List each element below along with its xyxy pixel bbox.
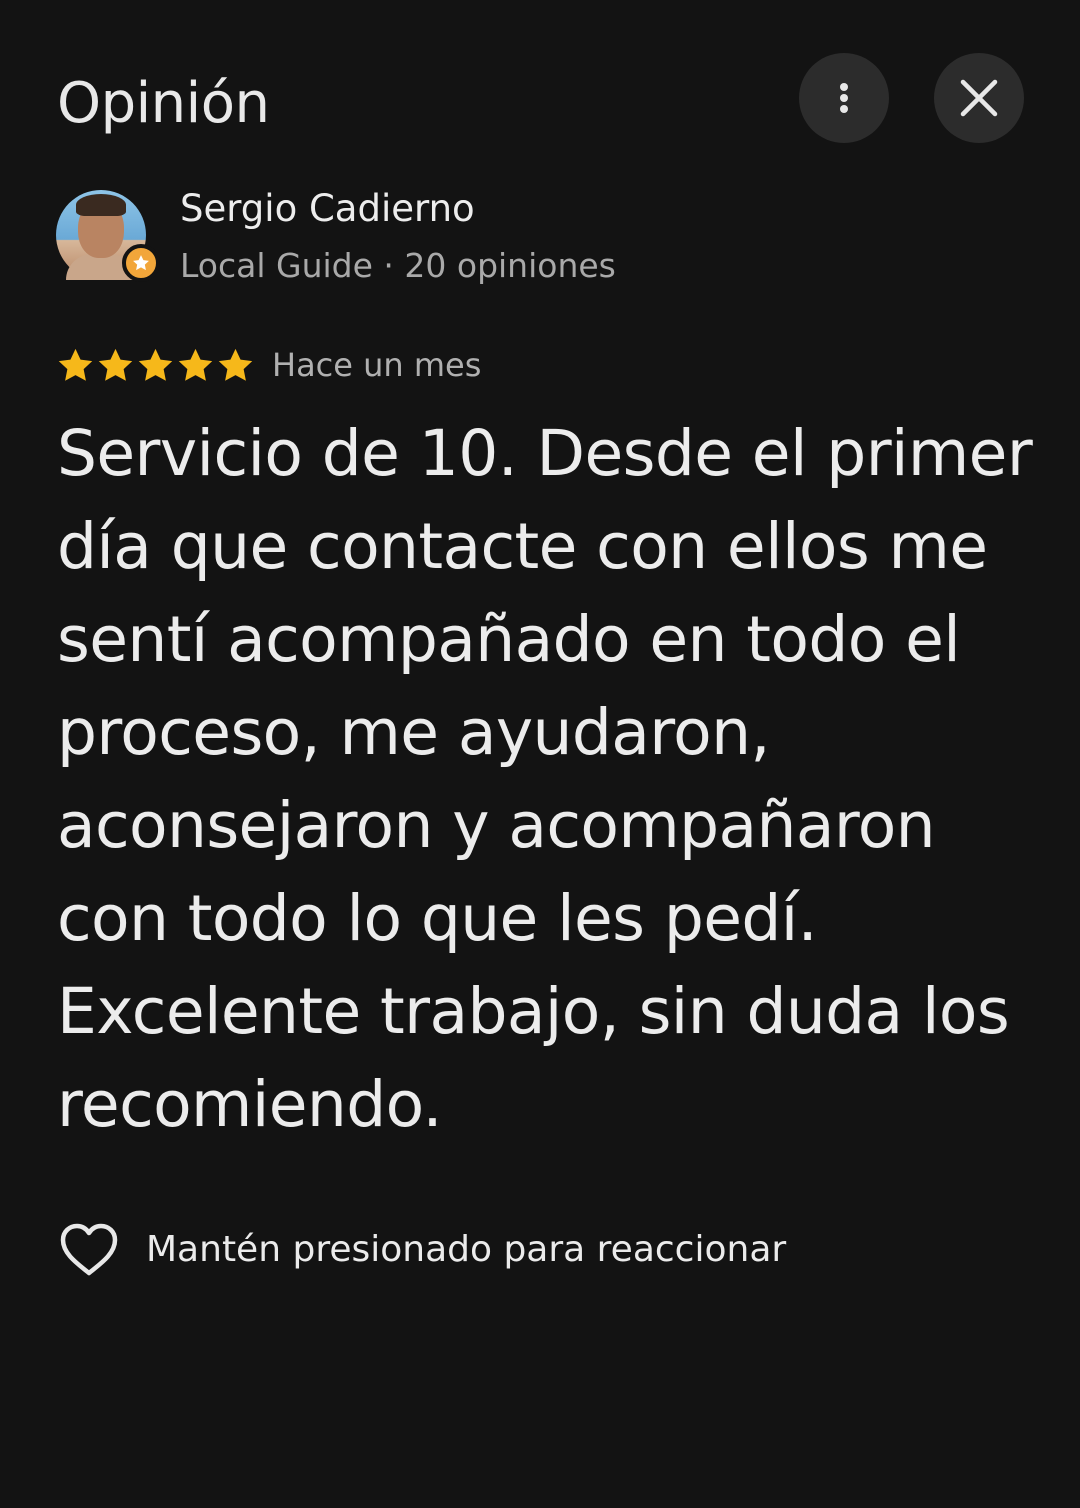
author-name[interactable]: Sergio Cadierno xyxy=(180,186,475,232)
star-icon xyxy=(98,348,133,381)
react-label: Mantén presionado para reaccionar xyxy=(146,1229,787,1270)
local-guide-badge xyxy=(122,244,160,282)
local-guide-star-icon xyxy=(133,255,149,271)
close-icon xyxy=(960,79,998,117)
review-date: Hace un mes xyxy=(272,346,482,384)
star-icon xyxy=(218,348,253,381)
star-icon xyxy=(58,348,93,381)
author-meta: Local Guide · 20 opiniones xyxy=(180,246,616,285)
react-button[interactable]: Mantén presionado para reaccionar xyxy=(58,1222,786,1278)
page-title: Opinión xyxy=(57,71,270,136)
heart-outline-icon xyxy=(60,1223,118,1276)
review-text: Servicio de 10. Desde el primer día que … xyxy=(57,417,1033,1141)
star-icon xyxy=(138,348,173,381)
close-button[interactable] xyxy=(934,53,1024,143)
star-rating xyxy=(56,346,255,385)
star-icon xyxy=(178,348,213,381)
avatar-hair-shape xyxy=(76,194,126,216)
more-options-button[interactable] xyxy=(799,53,889,143)
more-vert-icon xyxy=(840,83,848,113)
